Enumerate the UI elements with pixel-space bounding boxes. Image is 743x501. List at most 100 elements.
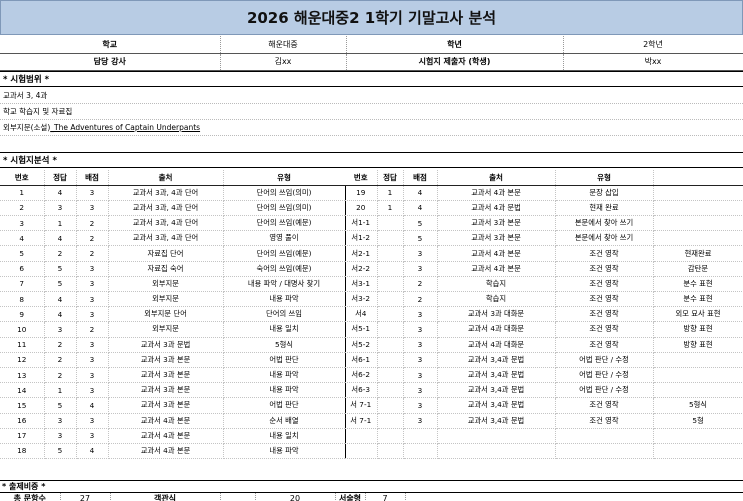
- table-cell: 본문에서 찾아 쓰기: [555, 230, 654, 247]
- table-cell: 3: [403, 261, 438, 277]
- table-row: 10 3 2 외부지문 내용 일치: [0, 321, 346, 338]
- table-cell: 3: [76, 428, 109, 444]
- table-cell: 내용 일치: [223, 321, 346, 338]
- table-row: 서2-1 3 교과서 4과 본문 조건 영작 현재완료: [345, 245, 743, 262]
- table-cell: 외부지문: [108, 321, 224, 338]
- table-cell: 2: [0, 200, 45, 217]
- table-cell: 2: [403, 291, 438, 308]
- table-cell: 5: [403, 215, 438, 232]
- table-cell: 내용 파악 / 대명사 찾기: [223, 276, 346, 293]
- table-cell: [437, 428, 556, 444]
- table-cell: 2: [76, 215, 109, 232]
- table-cell: 5형식: [223, 337, 346, 353]
- table-cell: 서3-2: [345, 291, 378, 308]
- table-cell: 12: [0, 352, 45, 368]
- table-row: 17 3 3 교과서 4과 본문 내용 일치: [0, 428, 346, 444]
- table-row: 16 3 3 교과서 4과 본문 순서 배열: [0, 413, 346, 429]
- table-cell: 19: [345, 185, 378, 201]
- table-cell: [653, 367, 743, 384]
- scope-item: 학교 학습지 및 자료집: [0, 104, 743, 120]
- table-cell: 단어의 쓰임(의미): [223, 200, 346, 217]
- table-cell: 2: [403, 276, 438, 293]
- table-cell: 3: [76, 276, 109, 293]
- table-cell: 조건 영작: [555, 397, 654, 414]
- table-cell: 교과서 3과 본문: [437, 230, 556, 247]
- table-cell: 3: [76, 261, 109, 277]
- table-cell: 교과서 4과 본문: [437, 185, 556, 201]
- table-cell: 3: [403, 367, 438, 384]
- table-row: 서 7-1 3 교과서 3,4과 문법 조건 영작 5형식: [345, 397, 743, 414]
- table-cell: 2: [44, 245, 77, 262]
- table-cell: [653, 352, 743, 368]
- table-cell: 교과서 3,4과 문법: [437, 352, 556, 368]
- table-cell: [345, 428, 378, 444]
- table-row: 서1-2 5 교과서 3과 본문 본문에서 찾아 쓰기: [345, 230, 743, 247]
- table-row: 12 2 3 교과서 3과 본문 어법 판단: [0, 352, 346, 368]
- table-cell: 교과서 3과 본문: [108, 382, 224, 399]
- table-cell: 3: [44, 200, 77, 217]
- table-cell: [653, 443, 743, 460]
- table-cell: 어법 판단: [223, 352, 346, 368]
- column-header: 번호: [345, 170, 378, 186]
- table-cell: 외부지문: [108, 291, 224, 308]
- column-header: 번호: [0, 170, 45, 186]
- table-cell: 교과서 3과 문법: [108, 337, 224, 353]
- page-title: 2026 해운대중2 1학기 기말고사 분석: [0, 0, 743, 35]
- table-row: 18 5 4 교과서 4과 본문 내용 파악: [0, 443, 346, 460]
- table-cell: 3: [0, 215, 45, 232]
- table-cell: 5: [44, 443, 77, 460]
- table-cell: 3: [76, 367, 109, 384]
- table-row: [345, 428, 743, 444]
- table-cell: [653, 185, 743, 201]
- table-cell: 순서 배열: [223, 413, 346, 429]
- table-cell: 3: [403, 352, 438, 368]
- table-cell: 4: [44, 291, 77, 308]
- table-cell: 교과서 3과 대화문: [437, 306, 556, 323]
- table-cell: 서4: [345, 306, 378, 323]
- column-header: 유형: [223, 170, 346, 186]
- table-cell: 외부지문 단어: [108, 306, 224, 323]
- table-cell: 교과서 3과 본문: [108, 352, 224, 368]
- table-cell: 서2-1: [345, 245, 378, 262]
- table-cell: 2: [76, 321, 109, 338]
- submitter-value: 박xx: [563, 53, 743, 71]
- table-cell: 조건 영작: [555, 245, 654, 262]
- table-cell: [377, 443, 404, 460]
- table-cell: [653, 382, 743, 399]
- table-cell: 단어의 쓰임(예문): [223, 245, 346, 262]
- table-cell: 8: [0, 291, 45, 308]
- table-cell: 자료집 단어: [108, 245, 224, 262]
- table-cell: 교과서 4과 대화문: [437, 337, 556, 353]
- table-cell: 조건 영작: [555, 261, 654, 277]
- column-header: 배점: [76, 170, 109, 186]
- table-cell: [377, 337, 404, 353]
- table-cell: [377, 245, 404, 262]
- table-cell: 4: [403, 200, 438, 217]
- table-cell: 3: [76, 291, 109, 308]
- analysis-table-left: 번호 정답 배점 출처 유형 1 4 3 교과서 3과, 4과 단어 단어의 쓰임(의미) 2 3 3 교…: [0, 170, 346, 460]
- table-row: 서2-2 3 교과서 4과 본문 조건 영작 감탄문: [345, 261, 743, 277]
- total-value: 27: [60, 492, 111, 501]
- table-cell: 3: [403, 413, 438, 429]
- table-cell: 3: [44, 428, 77, 444]
- table-cell: 3: [403, 337, 438, 353]
- table-cell: 5: [44, 397, 77, 414]
- table-cell: 2: [76, 245, 109, 262]
- scope-heading: * 시험범위 *: [0, 71, 743, 87]
- table-cell: 9: [0, 306, 45, 323]
- table-cell: 5: [0, 245, 45, 262]
- table-cell: 학습지: [437, 291, 556, 308]
- table-cell: 교과서 4과 본문: [108, 443, 224, 460]
- table-cell: 조건 영작: [555, 413, 654, 429]
- submitter-label: 시험지 제출자 (학생): [346, 53, 564, 71]
- table-cell: [377, 321, 404, 338]
- table-row: 서5-2 3 교과서 4과 대화문 조건 영작 방향 표현: [345, 337, 743, 353]
- table-cell: 2: [76, 230, 109, 247]
- info-row-school: 학교 해운대중 학년 2학년: [0, 36, 743, 54]
- table-cell: 교과서 3,4과 문법: [437, 382, 556, 399]
- objective-label: 객관식: [110, 492, 221, 501]
- table-cell: 감탄문: [653, 261, 743, 277]
- ratio-heading-row: * 출제비중 *: [0, 480, 743, 493]
- ratio-heading: * 출제비중 *: [0, 480, 743, 493]
- table-cell: 3: [76, 382, 109, 399]
